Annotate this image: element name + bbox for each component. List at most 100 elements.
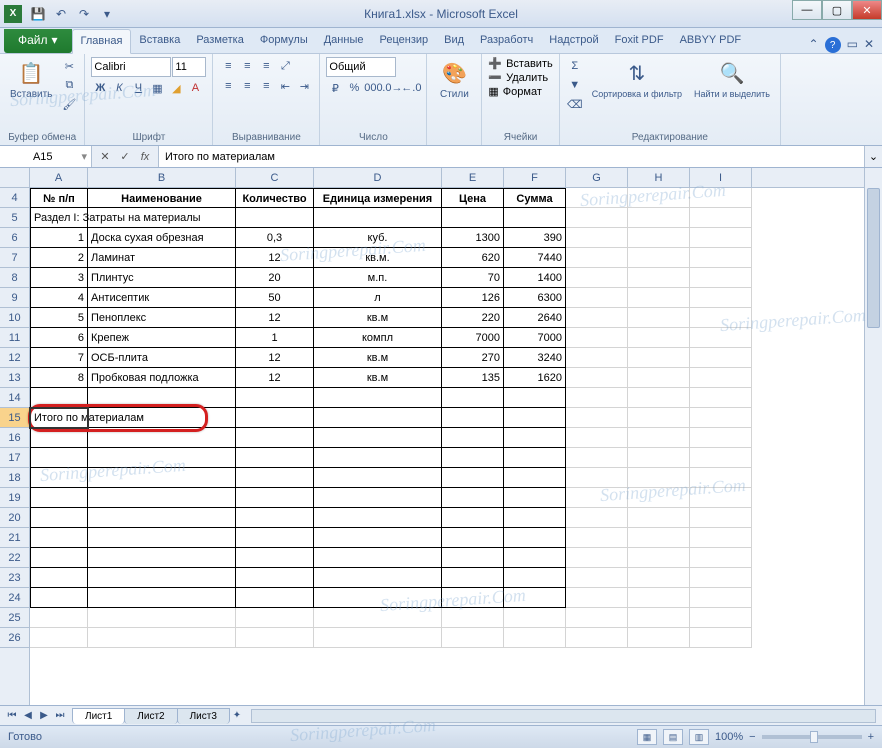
cell-I23[interactable] bbox=[690, 568, 752, 588]
save-icon[interactable]: 💾 bbox=[28, 4, 48, 24]
cell-G11[interactable] bbox=[566, 328, 628, 348]
copy-icon[interactable]: ⧉ bbox=[60, 76, 78, 94]
cell-D13[interactable]: кв.м bbox=[314, 368, 442, 388]
increase-indent-icon[interactable]: ⇥ bbox=[295, 77, 313, 95]
cell-A13[interactable]: 8 bbox=[30, 368, 88, 388]
cell-C7[interactable]: 12 bbox=[236, 248, 314, 268]
column-header-E[interactable]: E bbox=[442, 168, 504, 187]
new-sheet-icon[interactable]: ✦ bbox=[229, 710, 245, 721]
cell-E9[interactable]: 126 bbox=[442, 288, 504, 308]
tab-вставка[interactable]: Вставка bbox=[131, 29, 188, 53]
workbook-close-icon[interactable]: ✕ bbox=[864, 37, 874, 53]
cell-C11[interactable]: 1 bbox=[236, 328, 314, 348]
cell-D19[interactable] bbox=[314, 488, 442, 508]
autosum-icon[interactable]: Σ bbox=[566, 57, 584, 75]
zoom-slider[interactable] bbox=[762, 735, 862, 739]
cell-D10[interactable]: кв.м bbox=[314, 308, 442, 328]
cell-G16[interactable] bbox=[566, 428, 628, 448]
row-header-9[interactable]: 9 bbox=[0, 288, 29, 308]
row-header-11[interactable]: 11 bbox=[0, 328, 29, 348]
bold-icon[interactable]: Ж bbox=[91, 79, 109, 97]
zoom-level[interactable]: 100% bbox=[715, 731, 743, 743]
comma-icon[interactable]: 000 bbox=[364, 79, 382, 97]
sheet-tab-Лист3[interactable]: Лист3 bbox=[177, 708, 230, 724]
cell-C5[interactable] bbox=[236, 208, 314, 228]
cell-D21[interactable] bbox=[314, 528, 442, 548]
cell-E10[interactable]: 220 bbox=[442, 308, 504, 328]
cell-C22[interactable] bbox=[236, 548, 314, 568]
maximize-button[interactable]: ▢ bbox=[822, 0, 852, 20]
file-tab[interactable]: Файл ▾ bbox=[4, 29, 72, 53]
cell-F22[interactable] bbox=[504, 548, 566, 568]
cell-G18[interactable] bbox=[566, 468, 628, 488]
cell-F19[interactable] bbox=[504, 488, 566, 508]
cell-D7[interactable]: кв.м. bbox=[314, 248, 442, 268]
cell-C18[interactable] bbox=[236, 468, 314, 488]
cell-I14[interactable] bbox=[690, 388, 752, 408]
fx-icon[interactable]: fx bbox=[136, 148, 154, 166]
row-header-19[interactable]: 19 bbox=[0, 488, 29, 508]
column-header-A[interactable]: A bbox=[30, 168, 88, 187]
close-button[interactable]: ✕ bbox=[852, 0, 882, 20]
cell-H18[interactable] bbox=[628, 468, 690, 488]
cell-F6[interactable]: 390 bbox=[504, 228, 566, 248]
cell-B25[interactable] bbox=[88, 608, 236, 628]
row-header-21[interactable]: 21 bbox=[0, 528, 29, 548]
cell-G21[interactable] bbox=[566, 528, 628, 548]
cell-D26[interactable] bbox=[314, 628, 442, 648]
cell-E19[interactable] bbox=[442, 488, 504, 508]
cell-F24[interactable] bbox=[504, 588, 566, 608]
cell-H11[interactable] bbox=[628, 328, 690, 348]
cell-E16[interactable] bbox=[442, 428, 504, 448]
sheet-nav-first-icon[interactable]: ⏮ bbox=[4, 710, 20, 721]
cells-area[interactable]: № п/пНаименованиеКоличествоЕдиница измер… bbox=[30, 188, 864, 705]
horizontal-scrollbar[interactable] bbox=[251, 709, 876, 723]
row-header-18[interactable]: 18 bbox=[0, 468, 29, 488]
styles-button[interactable]: 🎨 Стили bbox=[433, 57, 475, 102]
align-right-icon[interactable]: ≡ bbox=[257, 77, 275, 95]
cut-icon[interactable]: ✂ bbox=[60, 57, 78, 75]
cell-C9[interactable]: 50 bbox=[236, 288, 314, 308]
cell-B12[interactable]: ОСБ-плита bbox=[88, 348, 236, 368]
cell-I7[interactable] bbox=[690, 248, 752, 268]
row-header-4[interactable]: 4 bbox=[0, 188, 29, 208]
cell-C19[interactable] bbox=[236, 488, 314, 508]
cell-C23[interactable] bbox=[236, 568, 314, 588]
cell-G5[interactable] bbox=[566, 208, 628, 228]
row-header-20[interactable]: 20 bbox=[0, 508, 29, 528]
column-header-C[interactable]: C bbox=[236, 168, 314, 187]
tab-foxit pdf[interactable]: Foxit PDF bbox=[607, 29, 672, 53]
cell-G7[interactable] bbox=[566, 248, 628, 268]
tab-данные[interactable]: Данные bbox=[316, 29, 372, 53]
sheet-nav-next-icon[interactable]: ▶ bbox=[36, 710, 52, 721]
cell-I11[interactable] bbox=[690, 328, 752, 348]
cell-A9[interactable]: 4 bbox=[30, 288, 88, 308]
cell-C26[interactable] bbox=[236, 628, 314, 648]
cell-F25[interactable] bbox=[504, 608, 566, 628]
cell-A5[interactable]: Раздел I: Затраты на материалы bbox=[30, 208, 88, 228]
cell-H4[interactable] bbox=[628, 188, 690, 208]
font-size-select[interactable] bbox=[172, 57, 206, 77]
format-painter-icon[interactable]: 🖌 bbox=[60, 95, 78, 113]
tab-вид[interactable]: Вид bbox=[436, 29, 472, 53]
redo-icon[interactable]: ↷ bbox=[74, 4, 94, 24]
cell-B24[interactable] bbox=[88, 588, 236, 608]
row-header-14[interactable]: 14 bbox=[0, 388, 29, 408]
cell-F20[interactable] bbox=[504, 508, 566, 528]
cell-C6[interactable]: 0,3 bbox=[236, 228, 314, 248]
cell-I24[interactable] bbox=[690, 588, 752, 608]
currency-icon[interactable]: ₽ bbox=[326, 79, 344, 97]
cell-A25[interactable] bbox=[30, 608, 88, 628]
cell-E13[interactable]: 135 bbox=[442, 368, 504, 388]
increase-decimal-icon[interactable]: .0→ bbox=[383, 79, 401, 97]
cell-G20[interactable] bbox=[566, 508, 628, 528]
minimize-button[interactable]: — bbox=[792, 0, 822, 20]
column-header-F[interactable]: F bbox=[504, 168, 566, 187]
cell-A23[interactable] bbox=[30, 568, 88, 588]
cell-F21[interactable] bbox=[504, 528, 566, 548]
cell-D4[interactable]: Единица измерения bbox=[314, 188, 442, 208]
tab-формулы[interactable]: Формулы bbox=[252, 29, 316, 53]
formula-input[interactable]: Итого по материалам bbox=[159, 146, 864, 167]
insert-cells-button[interactable]: ➕Вставить bbox=[488, 57, 552, 70]
cell-B9[interactable]: Антисептик bbox=[88, 288, 236, 308]
